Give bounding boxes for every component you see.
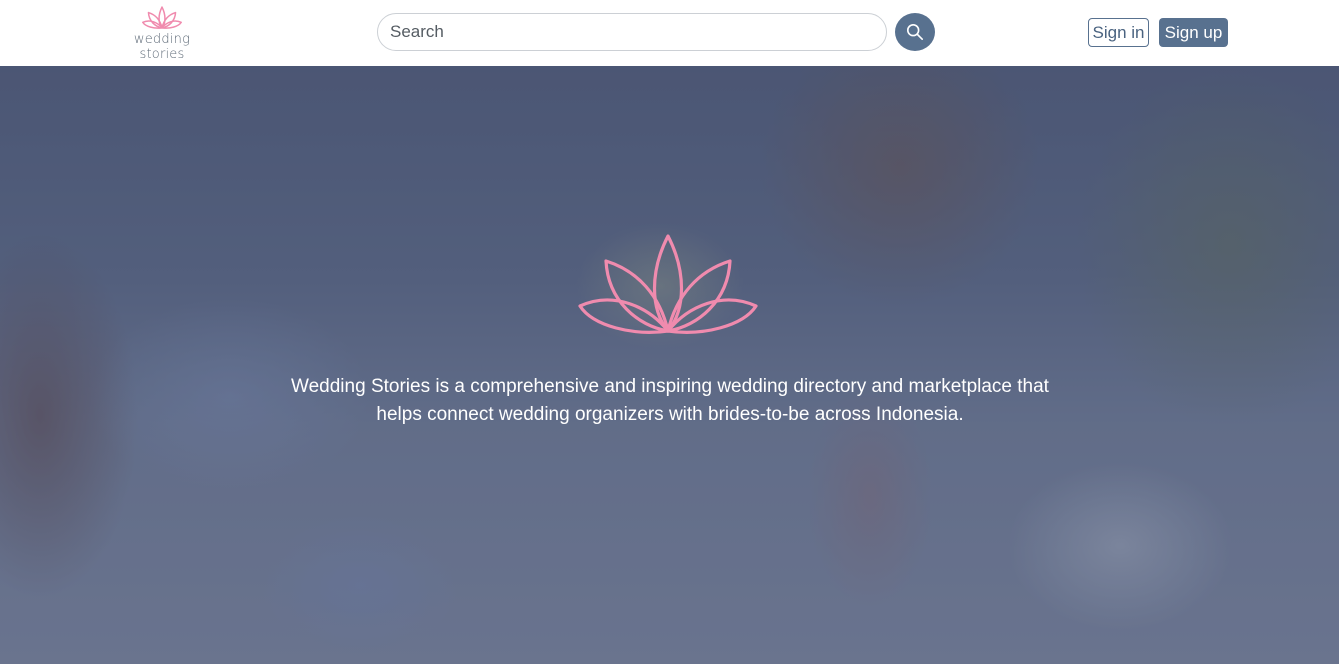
hero-banner: Wedding Stories is a comprehensive and i… [0, 66, 1339, 664]
lotus-icon [142, 6, 182, 29]
brand-name: wedding stories [133, 32, 191, 62]
sign-up-button[interactable]: Sign up [1159, 18, 1228, 47]
hero-tagline: Wedding Stories is a comprehensive and i… [291, 376, 1049, 425]
search-icon [906, 23, 924, 41]
brand-logo[interactable]: wedding stories [110, 6, 214, 62]
search-input[interactable] [377, 13, 887, 51]
site-header: wedding stories Sign in Sign up [0, 0, 1339, 66]
sign-in-button[interactable]: Sign in [1088, 18, 1149, 47]
search-button[interactable] [895, 13, 935, 51]
lotus-icon [578, 234, 758, 334]
